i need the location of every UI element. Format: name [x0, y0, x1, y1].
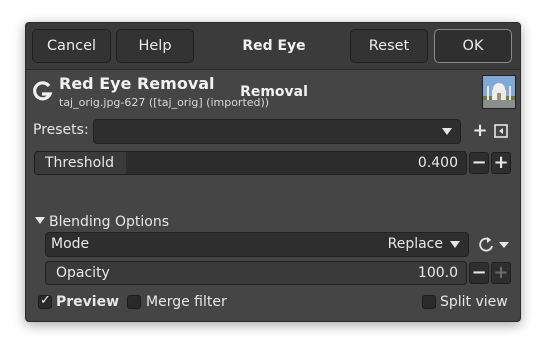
- operation-subtitle: taj_orig.jpg-627 ([taj_orig] (imported)): [59, 96, 270, 109]
- preview-checkbox[interactable]: ✓: [38, 293, 52, 309]
- composite-mode-icon[interactable]: [477, 235, 513, 255]
- opacity-label: Opacity: [56, 265, 110, 281]
- image-thumbnail: [482, 75, 516, 109]
- blend-mode-dropdown[interactable]: Mode Replace: [45, 232, 469, 257]
- merge-filter-label: Merge filter: [146, 294, 227, 310]
- threshold-label: Threshold: [45, 155, 114, 171]
- merge-filter-checkbox[interactable]: [127, 295, 141, 309]
- presets-dropdown[interactable]: [93, 119, 461, 144]
- expander-arrow-icon: [35, 217, 45, 224]
- opacity-value: 100.0: [417, 265, 458, 281]
- split-view-checkbox[interactable]: [422, 295, 436, 309]
- dialog-title: Red Eye Removal: [240, 38, 308, 100]
- header-bar: Cancel Help Red Eye Removal Reset OK: [26, 23, 520, 100]
- operation-title: Red Eye Removal: [59, 74, 215, 93]
- preset-menu-icon[interactable]: [494, 124, 508, 138]
- plus-icon[interactable]: +: [470, 121, 490, 141]
- ok-button[interactable]: OK: [434, 29, 512, 63]
- presets-label: Presets:: [33, 122, 89, 138]
- checkmark-icon: ✓: [40, 293, 51, 308]
- chevron-down-icon: [450, 241, 460, 248]
- blending-options-label: Blending Options: [49, 214, 169, 230]
- red-eye-removal-dialog: Cancel Help Red Eye Removal Reset OK Red…: [25, 22, 521, 322]
- mode-label: Mode: [51, 236, 90, 252]
- cancel-button[interactable]: Cancel: [32, 29, 111, 63]
- help-button[interactable]: Help: [116, 29, 194, 63]
- threshold-slider[interactable]: Threshold 0.400: [34, 151, 467, 175]
- threshold-decrease-button[interactable]: −: [469, 152, 489, 174]
- chevron-down-icon: [442, 128, 452, 135]
- threshold-increase-button[interactable]: +: [491, 152, 511, 174]
- split-view-label: Split view: [440, 294, 508, 310]
- opacity-increase-button[interactable]: +: [491, 262, 511, 284]
- threshold-value: 0.400: [417, 155, 458, 171]
- gimp-logo-icon: [33, 81, 53, 101]
- blending-options-expander[interactable]: Blending Options: [35, 214, 169, 230]
- reset-button[interactable]: Reset: [350, 29, 428, 63]
- preview-label: Preview: [56, 294, 120, 310]
- opacity-decrease-button[interactable]: −: [469, 262, 489, 284]
- opacity-slider[interactable]: Opacity 100.0: [45, 261, 467, 285]
- mode-value: Replace: [387, 236, 443, 252]
